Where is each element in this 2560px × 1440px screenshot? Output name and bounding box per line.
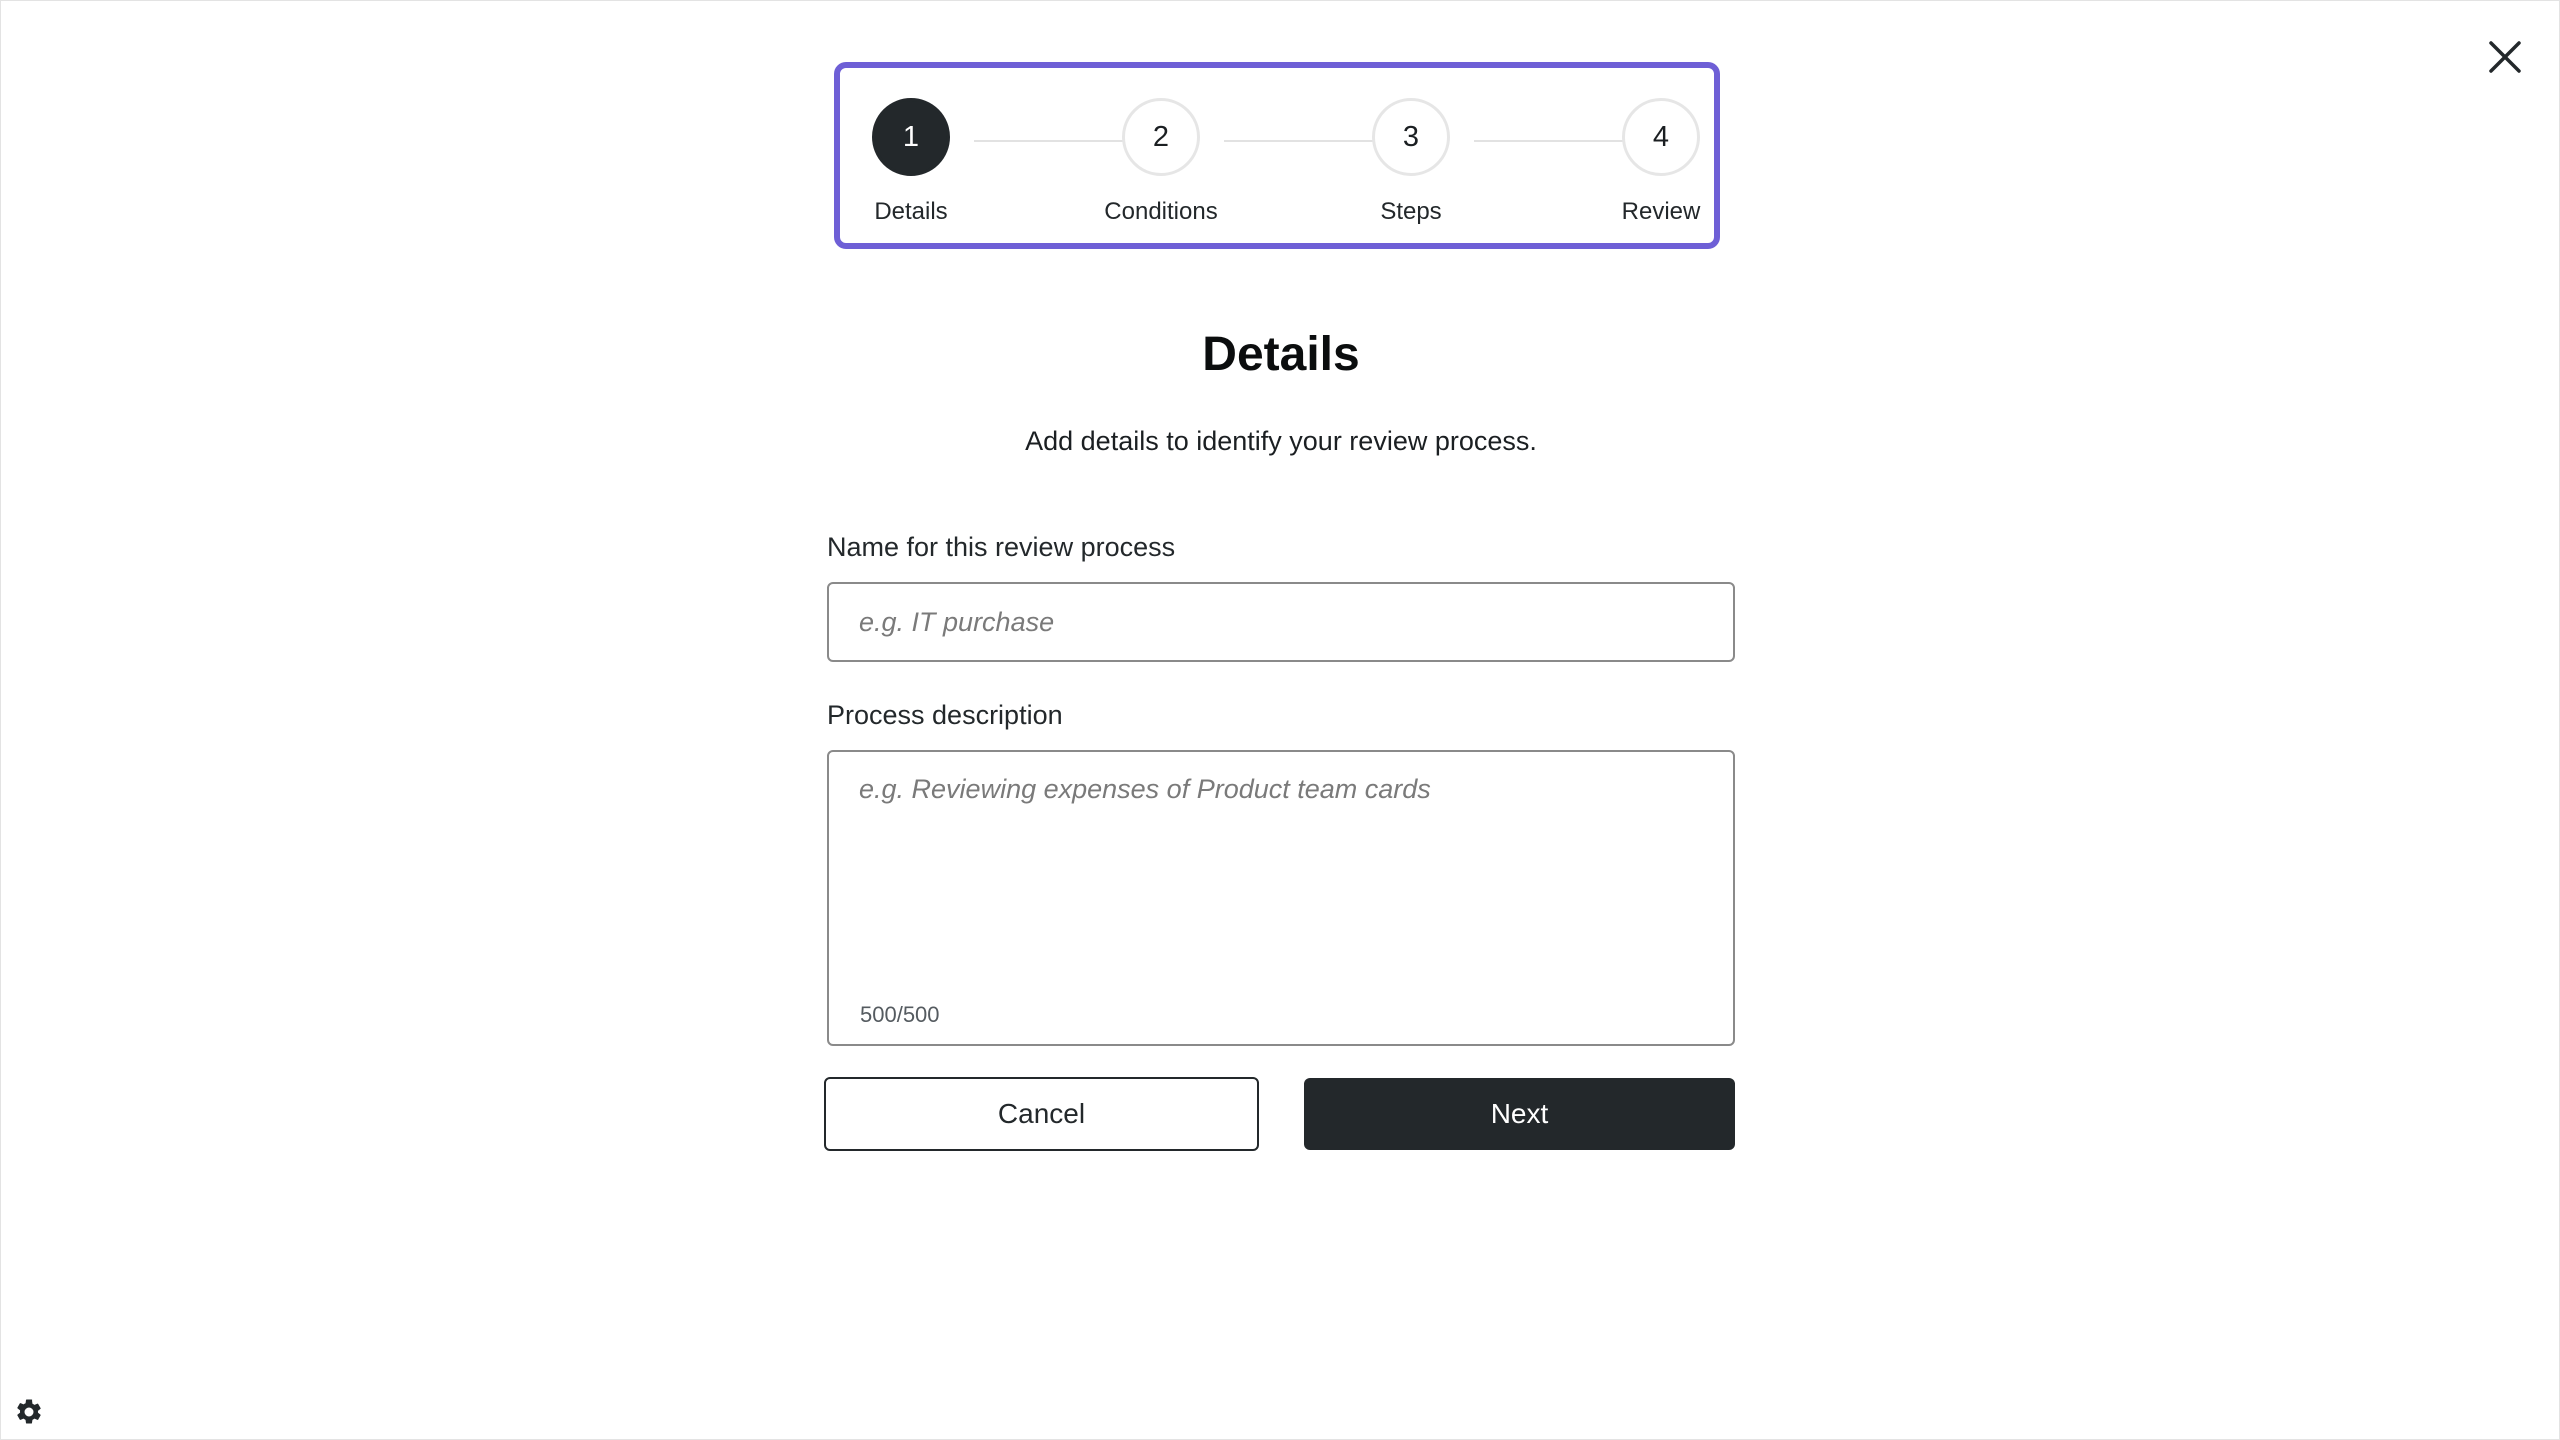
close-button[interactable] bbox=[2479, 31, 2531, 83]
page-title: Details bbox=[1202, 328, 1360, 381]
step-number: 1 bbox=[872, 98, 950, 176]
description-field-label: Process description bbox=[827, 700, 1063, 730]
modal-frame: 1 Details 2 Conditions 3 Steps 4 Review … bbox=[0, 0, 2560, 1440]
name-field-label: Name for this review process bbox=[827, 532, 1176, 562]
step-label: Review bbox=[1621, 198, 1701, 225]
name-input[interactable] bbox=[827, 582, 1735, 662]
step-number: 4 bbox=[1622, 98, 1700, 176]
character-counter: 500/500 bbox=[860, 1002, 940, 1027]
step-label: Details bbox=[874, 198, 948, 225]
page-subtitle: Add details to identify your review proc… bbox=[1025, 426, 1537, 456]
step-label: Conditions bbox=[1104, 198, 1218, 225]
step-number: 2 bbox=[1122, 98, 1200, 176]
step-details[interactable]: 1 Details bbox=[811, 98, 1011, 226]
description-field: 500/500 bbox=[827, 750, 1735, 1046]
gear-icon bbox=[17, 1399, 41, 1424]
step-review[interactable]: 4 Review bbox=[1561, 98, 1761, 226]
step-steps[interactable]: 3 Steps bbox=[1311, 98, 1511, 226]
cancel-button[interactable]: Cancel bbox=[824, 1077, 1259, 1151]
next-button[interactable]: Next bbox=[1304, 1078, 1735, 1150]
step-label: Steps bbox=[1380, 198, 1442, 225]
step-number: 3 bbox=[1372, 98, 1450, 176]
progress-stepper: 1 Details 2 Conditions 3 Steps 4 Review bbox=[834, 62, 1720, 249]
settings-button[interactable] bbox=[11, 1394, 47, 1430]
close-icon bbox=[2489, 41, 2521, 73]
step-conditions[interactable]: 2 Conditions bbox=[1061, 98, 1261, 226]
description-textarea[interactable] bbox=[829, 752, 1733, 982]
